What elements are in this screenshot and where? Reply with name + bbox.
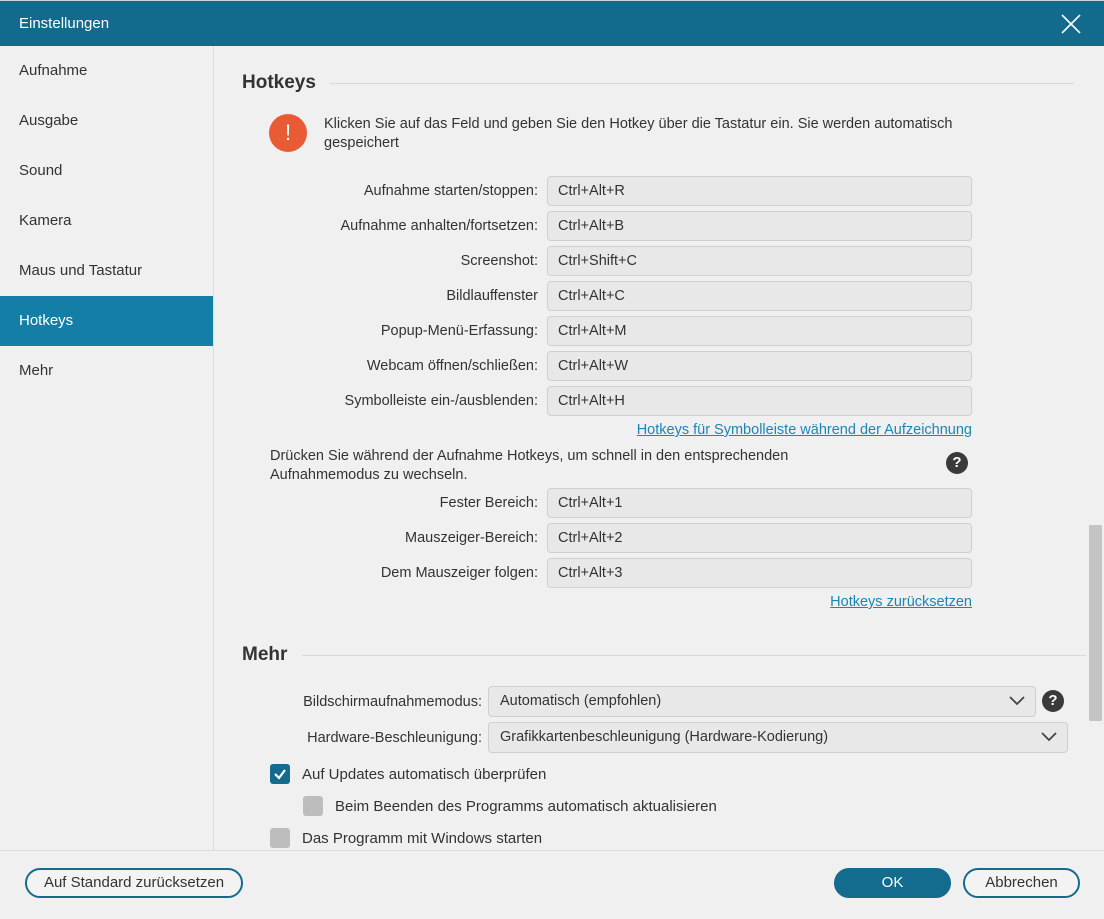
hotkey-label: Fester Bereich:: [439, 495, 538, 511]
cancel-button[interactable]: Abbrechen: [963, 868, 1080, 898]
mode-text-line2: Aufnahmemodus zu wechseln.: [270, 467, 468, 483]
info-text-line1: Klicken Sie auf das Feld und geben Sie d…: [324, 116, 953, 132]
sidebar-item-aufnahme[interactable]: Aufnahme: [0, 46, 213, 96]
hotkey-field-toolbar[interactable]: Ctrl+Alt+H: [547, 386, 972, 416]
toolbar-hotkeys-link[interactable]: Hotkeys für Symbolleiste während der Auf…: [637, 422, 972, 438]
sidebar-item-sound[interactable]: Sound: [0, 146, 213, 196]
help-icon[interactable]: ?: [946, 452, 968, 474]
sidebar-item-mehr[interactable]: Mehr: [0, 346, 213, 396]
hw-accel-select[interactable]: Grafikkartenbeschleunigung (Hardware-Kod…: [488, 722, 1068, 753]
footer: Auf Standard zurücksetzen OK Abbrechen: [0, 850, 1104, 919]
sidebar-item-kamera[interactable]: Kamera: [0, 196, 213, 246]
hotkey-label: Aufnahme anhalten/fortsetzen:: [340, 218, 539, 234]
hotkey-label: Screenshot:: [460, 253, 538, 269]
hotkey-label: Popup-Menü-Erfassung:: [380, 323, 538, 339]
hotkey-label: Bildlauffenster: [446, 288, 538, 304]
reset-hotkeys-link[interactable]: Hotkeys zurücksetzen: [830, 594, 972, 610]
hotkey-label: Mauszeiger-Bereich:: [405, 530, 538, 546]
section-title-mehr: Mehr: [242, 644, 288, 665]
hotkey-label: Webcam öffnen/schließen:: [366, 358, 538, 374]
section-divider: [330, 83, 1074, 84]
hotkey-label: Aufnahme starten/stoppen:: [363, 183, 538, 199]
ok-button[interactable]: OK: [834, 868, 951, 898]
update-on-exit-checkbox[interactable]: [303, 796, 323, 816]
hotkey-label: Dem Mauszeiger folgen:: [380, 565, 538, 581]
capture-mode-label: Bildschirmaufnahmemodus:: [303, 694, 482, 710]
checkmark-icon: [274, 769, 286, 780]
window-title: Einstellungen: [19, 15, 110, 32]
chevron-down-icon: [1009, 696, 1025, 706]
hotkey-field-record[interactable]: Ctrl+Alt+R: [547, 176, 972, 206]
sidebar-item-ausgabe[interactable]: Ausgabe: [0, 96, 213, 146]
auto-update-checkbox[interactable]: [270, 764, 290, 784]
mode-text-line1: Drücken Sie während der Aufnahme Hotkeys…: [270, 448, 789, 464]
info-text-line2: gespeichert: [324, 135, 399, 151]
hotkey-label: Symbolleiste ein-/ausblenden:: [344, 393, 538, 409]
hotkey-field-screenshot[interactable]: Ctrl+Shift+C: [547, 246, 972, 276]
hotkey-field-scroll-window[interactable]: Ctrl+Alt+C: [547, 281, 972, 311]
hotkey-field-follow-mouse[interactable]: Ctrl+Alt+3: [547, 558, 972, 588]
exclamation-icon: !: [269, 114, 307, 152]
help-icon[interactable]: ?: [1042, 690, 1064, 712]
hotkey-field-mouse-area[interactable]: Ctrl+Alt+2: [547, 523, 972, 553]
hotkey-field-fixed-area[interactable]: Ctrl+Alt+1: [547, 488, 972, 518]
section-divider: [302, 655, 1086, 656]
start-with-windows-checkbox[interactable]: [270, 828, 290, 848]
title-bar: Einstellungen: [0, 0, 1104, 46]
scrollbar-thumb[interactable]: [1089, 525, 1102, 721]
update-on-exit-label: Beim Beenden des Programms automatisch a…: [335, 798, 717, 815]
auto-update-label: Auf Updates automatisch überprüfen: [302, 766, 547, 783]
start-with-windows-label: Das Programm mit Windows starten: [302, 830, 543, 847]
close-icon[interactable]: [1060, 13, 1082, 35]
reset-default-button[interactable]: Auf Standard zurücksetzen: [25, 868, 243, 898]
sidebar-item-maus-und-tastatur[interactable]: Maus und Tastatur: [0, 246, 213, 296]
capture-mode-value: Automatisch (empfohlen): [500, 693, 662, 709]
sidebar-item-hotkeys[interactable]: Hotkeys: [0, 296, 213, 346]
capture-mode-select[interactable]: Automatisch (empfohlen): [488, 686, 1036, 717]
hotkey-field-webcam[interactable]: Ctrl+Alt+W: [547, 351, 972, 381]
hw-accel-value: Grafikkartenbeschleunigung (Hardware-Kod…: [500, 729, 829, 745]
hw-accel-label: Hardware-Beschleunigung:: [307, 730, 482, 746]
hotkey-field-pause[interactable]: Ctrl+Alt+B: [547, 211, 972, 241]
section-title-hotkeys: Hotkeys: [242, 72, 316, 93]
chevron-down-icon: [1041, 732, 1057, 742]
hotkey-field-popup-menu[interactable]: Ctrl+Alt+M: [547, 316, 972, 346]
